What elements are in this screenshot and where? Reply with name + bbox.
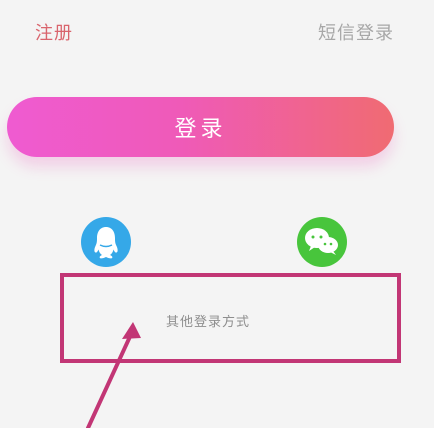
login-button-label: 登录: [174, 117, 227, 142]
login-screen: 注册 短信登录 登录 其他登录方式: [0, 0, 434, 428]
annotation-arrow: [86, 322, 141, 428]
wechat-login-button[interactable]: [297, 217, 347, 267]
qq-login-button[interactable]: [81, 217, 131, 267]
qq-icon: [94, 227, 118, 259]
sms-login-link[interactable]: 短信登录: [318, 22, 394, 46]
login-button[interactable]: 登录: [7, 97, 394, 157]
wechat-icon: [305, 228, 338, 255]
register-link[interactable]: 注册: [35, 22, 73, 46]
other-login-methods-label[interactable]: 其他登录方式: [166, 314, 250, 332]
